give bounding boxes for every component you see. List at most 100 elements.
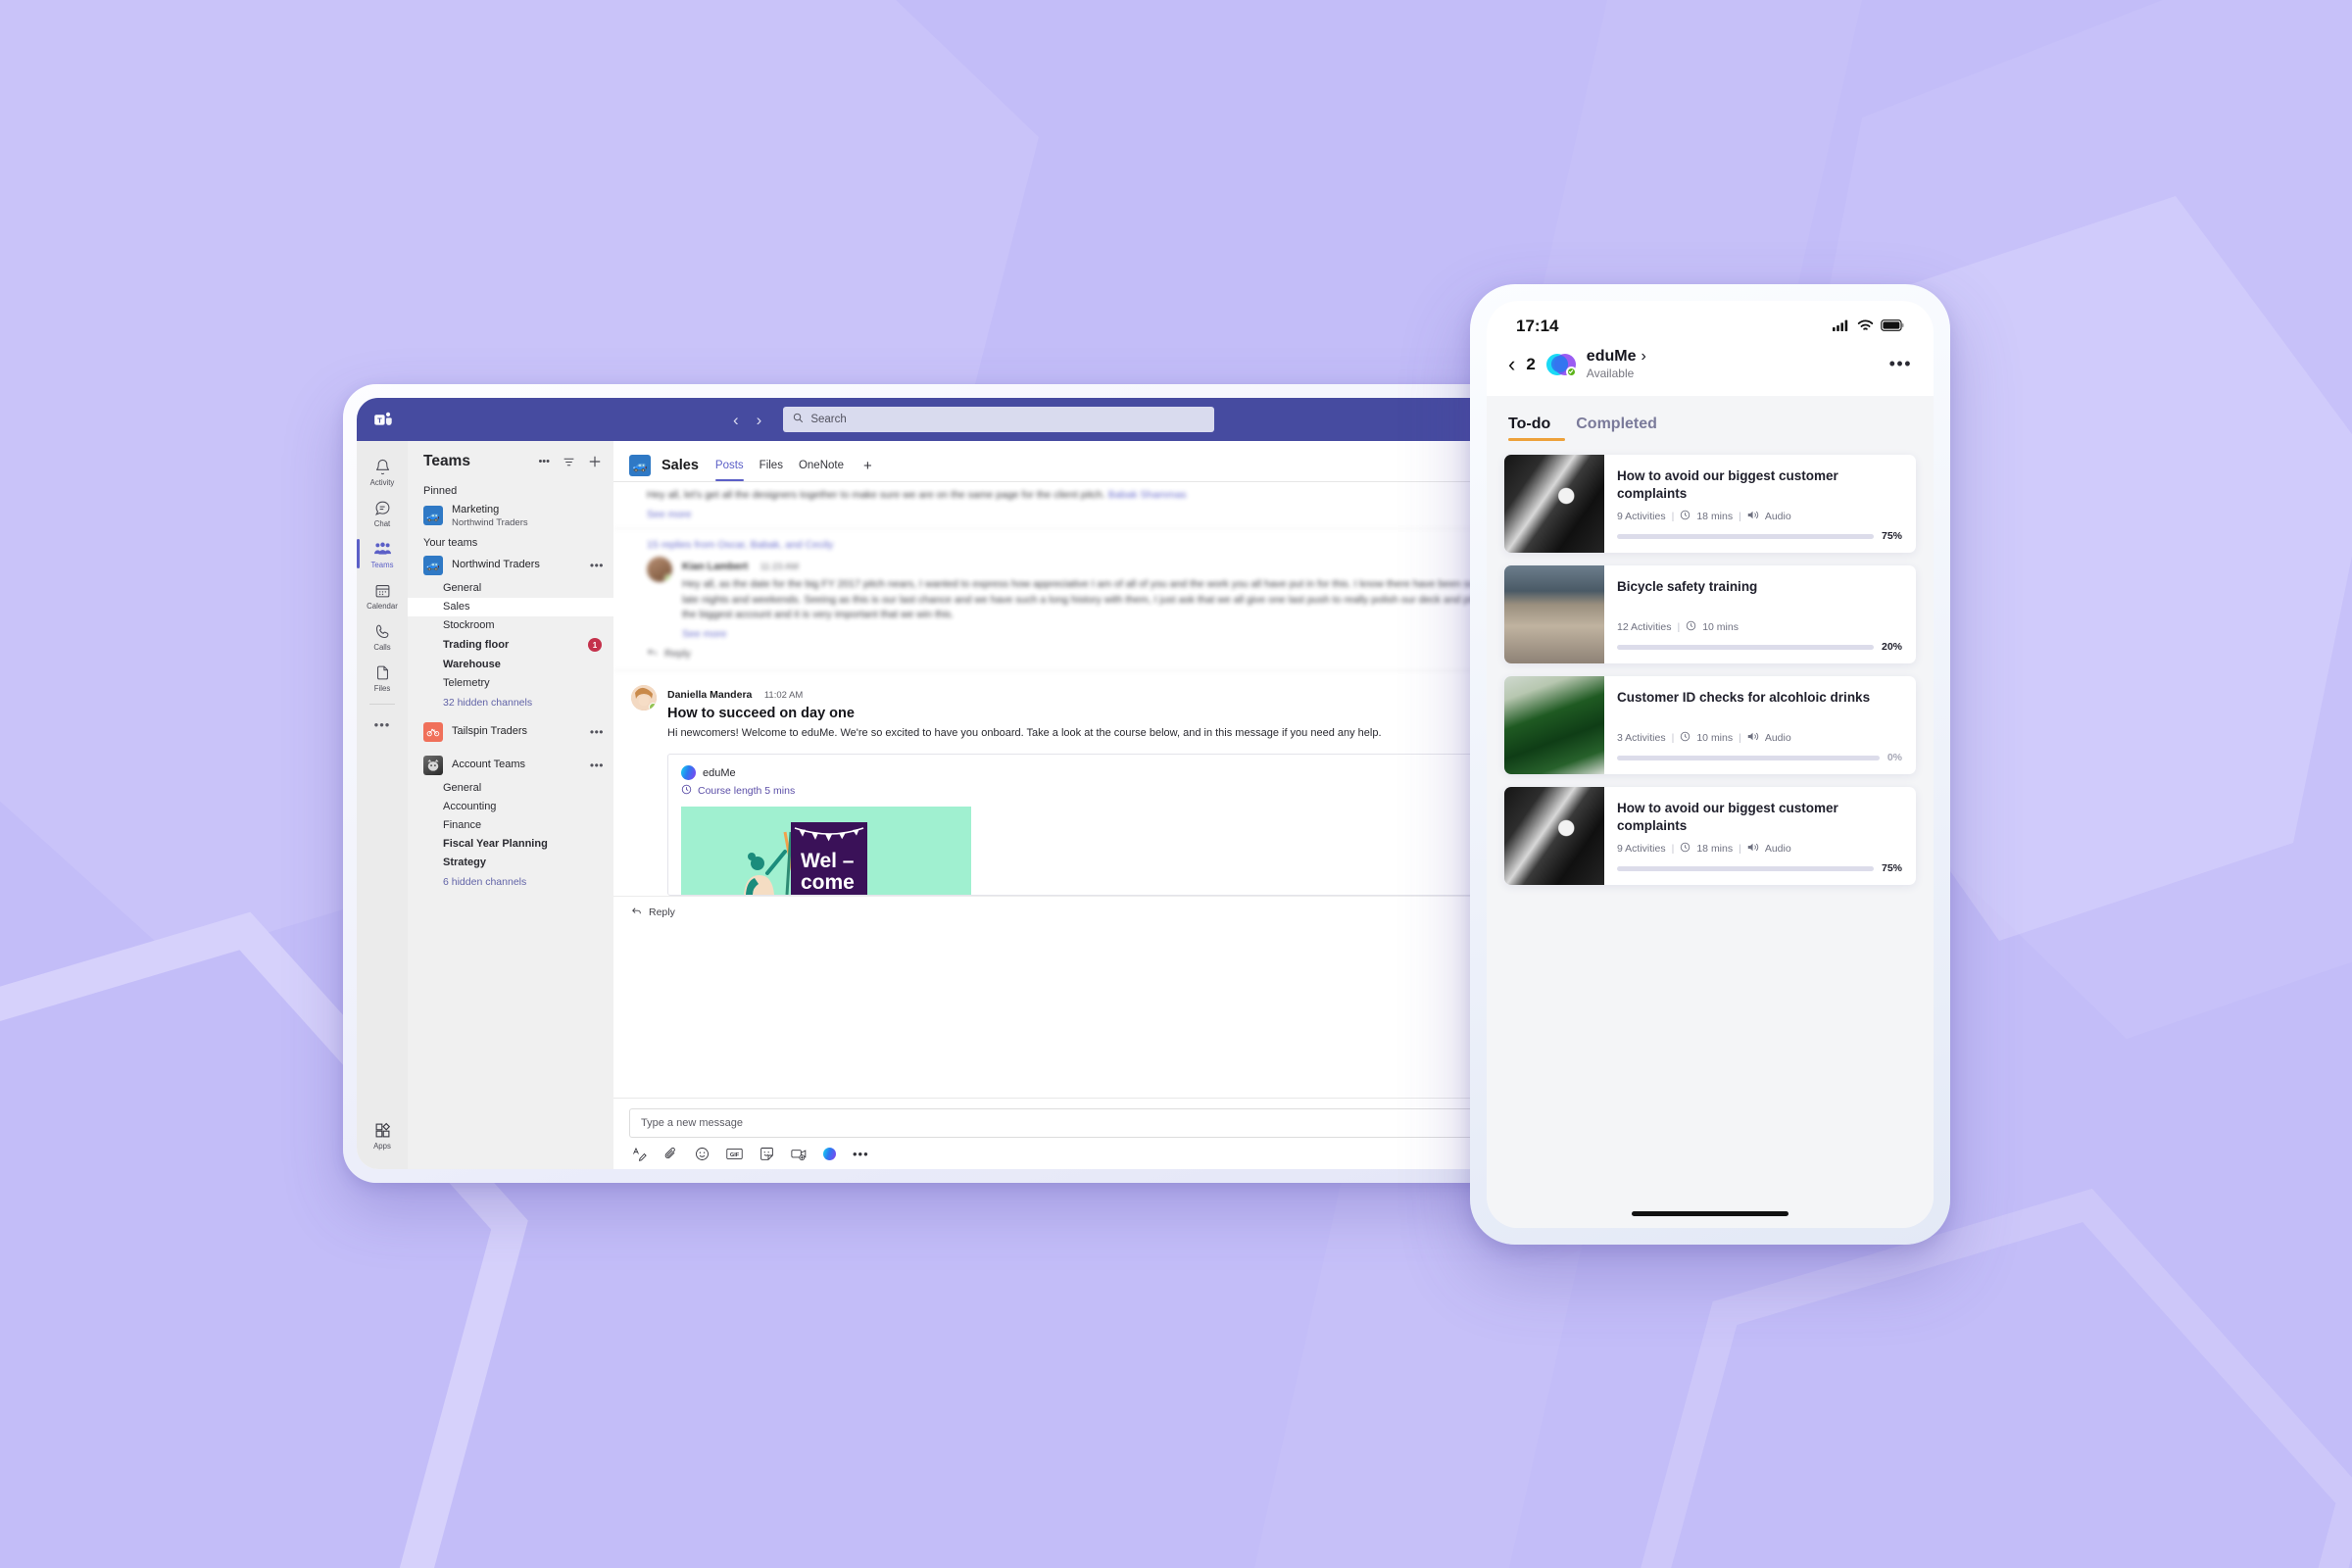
- smiley-icon[interactable]: [695, 1147, 710, 1161]
- section-label-your-teams: Your teams: [423, 536, 478, 549]
- chevron-left-icon[interactable]: ‹: [1508, 352, 1515, 377]
- unread-badge: 1: [588, 638, 602, 653]
- apps-grid-icon: [374, 1121, 391, 1140]
- search-input[interactable]: Search: [783, 407, 1215, 432]
- channel-label: Stockroom: [443, 619, 495, 632]
- tab-posts[interactable]: Posts: [714, 450, 744, 481]
- chevron-right-icon[interactable]: ›: [757, 412, 762, 428]
- channel-accounting[interactable]: Accounting: [408, 798, 613, 816]
- channel-general-2[interactable]: General: [408, 779, 613, 798]
- back-count[interactable]: 2: [1526, 355, 1535, 374]
- presence-badge: [1565, 366, 1577, 377]
- see-more-link[interactable]: See more: [682, 628, 1529, 640]
- hidden-channels-link-2[interactable]: 6 hidden channels: [408, 872, 613, 892]
- message-input[interactable]: Type a new message: [629, 1108, 1529, 1138]
- ellipsis-icon[interactable]: •••: [590, 559, 604, 572]
- channel-telemetry[interactable]: Telemetry: [408, 674, 613, 693]
- tab-completed[interactable]: Completed: [1576, 416, 1657, 441]
- post-body: Hi newcomers! Welcome to eduMe. We're so…: [667, 727, 1382, 739]
- rail-item-calendar[interactable]: Calendar: [357, 574, 408, 615]
- plus-icon[interactable]: +: [863, 458, 872, 474]
- ellipsis-icon[interactable]: •••: [1889, 354, 1912, 374]
- course-card[interactable]: Customer ID checks for alcohloic drinks …: [1504, 676, 1916, 774]
- paperclip-icon[interactable]: [663, 1147, 678, 1161]
- edume-logo-icon[interactable]: [823, 1148, 836, 1160]
- course-title: How to avoid our biggest customer compla…: [1617, 468, 1838, 501]
- rail-label: Calls: [373, 643, 391, 652]
- clock-icon: [1680, 731, 1690, 745]
- teams-app: T ‹ › Search Activity Chat Teams Calenda…: [357, 398, 1544, 1169]
- channel-fiscal-year-planning[interactable]: Fiscal Year Planning: [408, 835, 613, 854]
- reply-arrow-icon: [647, 647, 658, 661]
- home-indicator[interactable]: [1632, 1211, 1788, 1216]
- rail-item-activity[interactable]: Activity: [357, 451, 408, 492]
- cellular-signal-icon: [1833, 317, 1850, 336]
- hidden-channels-link[interactable]: 32 hidden channels: [408, 693, 613, 712]
- team-tailspin-traders[interactable]: Tailspin Traders •••: [408, 718, 613, 746]
- reply-label[interactable]: Reply: [649, 906, 675, 918]
- course-card[interactable]: How to avoid our biggest customer compla…: [1504, 455, 1916, 553]
- format-text-icon[interactable]: [632, 1147, 647, 1161]
- post-time: 11:02 AM: [763, 690, 804, 701]
- reply-arrow-icon: [631, 906, 642, 919]
- reply-label[interactable]: Reply: [664, 648, 691, 660]
- tab-files[interactable]: Files: [760, 450, 783, 481]
- meet-now-icon[interactable]: [791, 1148, 807, 1161]
- activities-count: 12 Activities: [1617, 621, 1672, 633]
- channel-sales[interactable]: Sales: [408, 597, 613, 616]
- separator: |: [1677, 621, 1681, 633]
- course-card[interactable]: Bicycle safety training 12 Activities | …: [1504, 565, 1916, 663]
- chevron-left-icon[interactable]: ‹: [733, 412, 739, 428]
- ellipsis-icon[interactable]: •••: [538, 456, 550, 467]
- rail-item-chat[interactable]: Chat: [357, 492, 408, 533]
- team-name: Northwind Traders: [452, 558, 540, 570]
- battery-icon: [1881, 317, 1904, 336]
- channel-strategy[interactable]: Strategy: [408, 854, 613, 872]
- channel-label: General: [443, 782, 482, 795]
- phone-icon: [374, 622, 391, 641]
- rail-item-files[interactable]: Files: [357, 657, 408, 698]
- status-time: 17:14: [1516, 317, 1559, 335]
- ellipsis-icon[interactable]: •••: [590, 725, 604, 739]
- channel-label: Finance: [443, 819, 482, 832]
- gif-icon[interactable]: GIF: [726, 1148, 743, 1160]
- chevron-right-icon[interactable]: ›: [1641, 348, 1645, 366]
- see-more-link[interactable]: See more: [647, 509, 1529, 520]
- car-avatar-icon: 🚙: [629, 455, 651, 476]
- ellipsis-icon[interactable]: •••: [374, 717, 391, 732]
- channel-label: Fiscal Year Planning: [443, 838, 548, 851]
- team-account-teams[interactable]: Account Teams •••: [408, 752, 613, 779]
- progress-bar: [1617, 644, 1874, 650]
- rail-item-apps[interactable]: Apps: [357, 1114, 408, 1155]
- tab-onenote[interactable]: OneNote: [799, 450, 844, 481]
- channel-warehouse[interactable]: Warehouse: [408, 656, 613, 674]
- car-avatar-icon: 🚙: [423, 506, 443, 526]
- filter-icon[interactable]: [563, 456, 575, 468]
- rail-item-teams[interactable]: Teams: [357, 533, 408, 574]
- team-northwind-traders[interactable]: 🚙 Northwind Traders •••: [408, 552, 613, 579]
- channel-general[interactable]: General: [408, 579, 613, 598]
- search-placeholder: Search: [810, 414, 847, 425]
- course-card[interactable]: How to avoid our biggest customer compla…: [1504, 787, 1916, 885]
- channel-trading-floor[interactable]: Trading floor 1: [408, 635, 613, 656]
- calendar-icon: [374, 581, 391, 600]
- tab-todo[interactable]: To-do: [1508, 416, 1566, 441]
- ellipsis-icon[interactable]: •••: [853, 1147, 869, 1161]
- rail-label: Apps: [373, 1142, 391, 1151]
- course-thumbnail: Wel – come: [681, 807, 971, 896]
- separator: |: [1739, 511, 1741, 522]
- cat-avatar-icon: [423, 755, 443, 775]
- ellipsis-icon[interactable]: •••: [590, 759, 604, 772]
- team-name: Tailspin Traders: [452, 724, 528, 737]
- people-icon: [373, 540, 392, 559]
- plus-icon[interactable]: [588, 455, 602, 468]
- wifi-icon: [1857, 317, 1874, 336]
- edume-course-card[interactable]: ••• eduMe Course length 5 mins: [667, 754, 1529, 897]
- post-reply-action[interactable]: Reply: [613, 896, 1544, 928]
- channel-finance[interactable]: Finance: [408, 816, 613, 835]
- pinned-team-marketing[interactable]: 🚙 Marketing Northwind Traders: [408, 500, 613, 532]
- channel-stockroom[interactable]: Stockroom: [408, 616, 613, 635]
- rail-item-calls[interactable]: Calls: [357, 615, 408, 657]
- replies-link[interactable]: 15 replies from Oscar, Babak, and Cecily: [613, 527, 1544, 555]
- sticker-icon[interactable]: [760, 1147, 774, 1161]
